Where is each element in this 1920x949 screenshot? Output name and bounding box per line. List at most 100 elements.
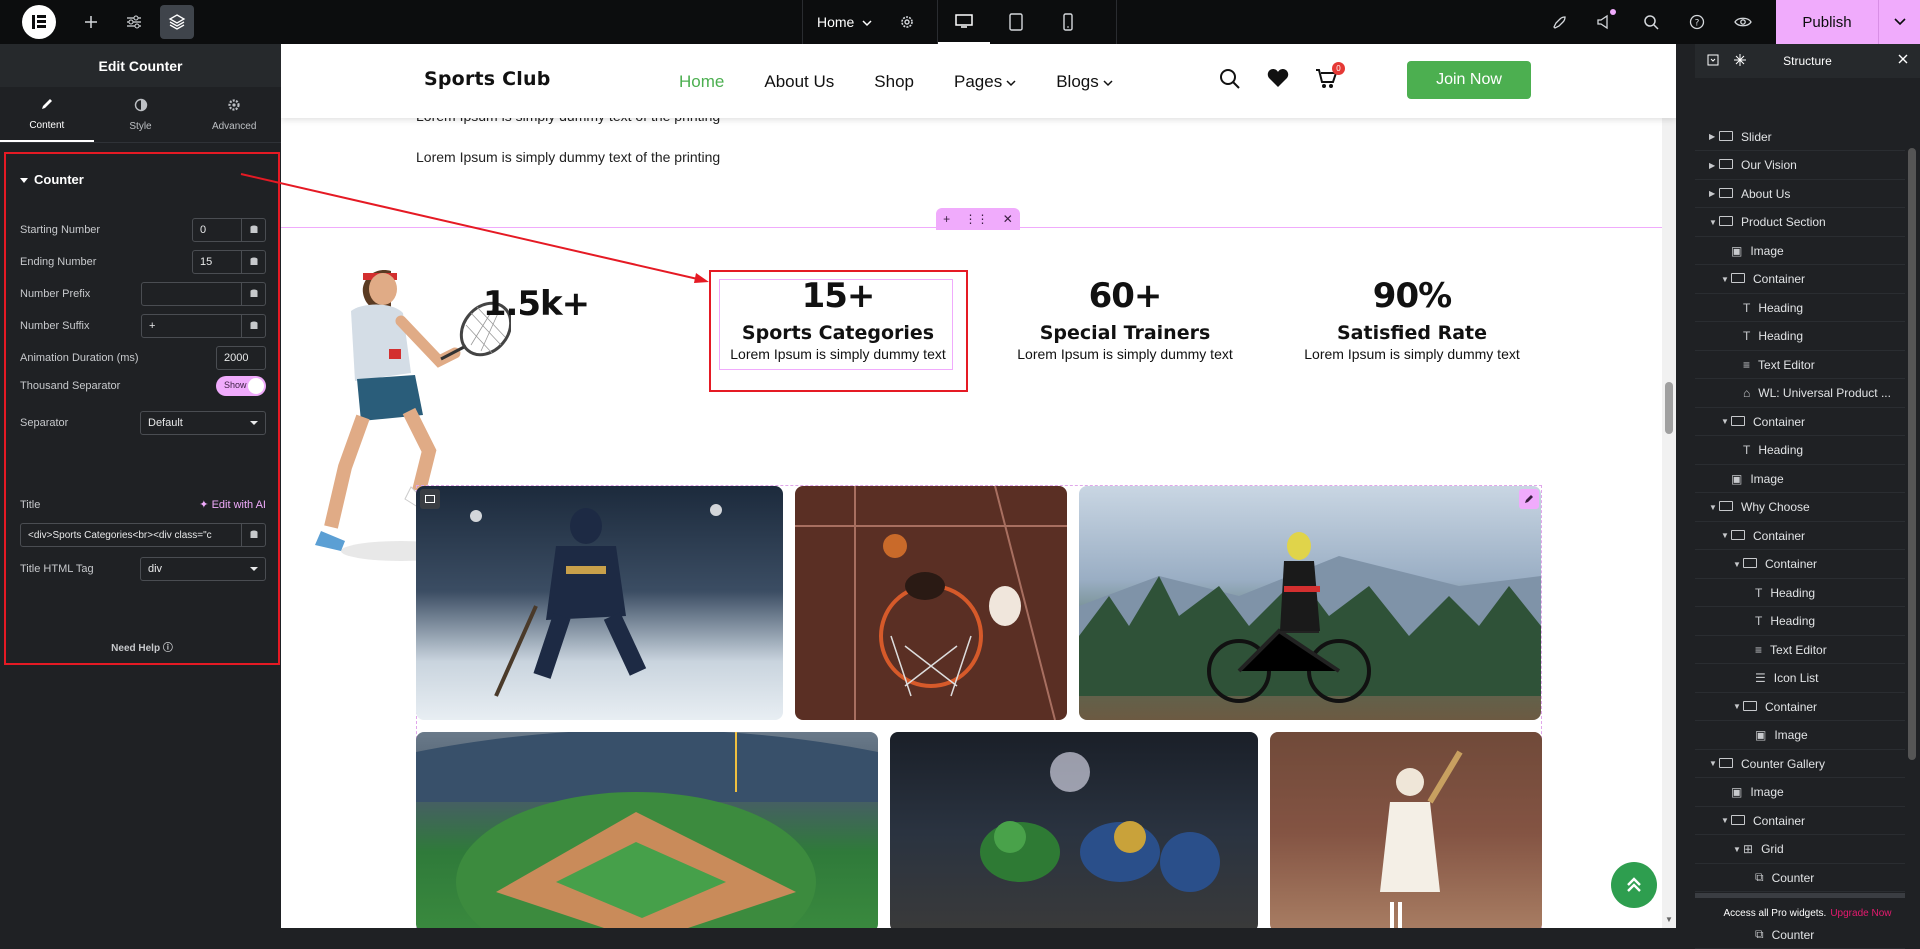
mobile-view-icon[interactable] — [1042, 0, 1094, 44]
counter-section-toggle[interactable]: Counter — [20, 172, 84, 187]
nav-blogs[interactable]: Blogs — [1056, 72, 1113, 92]
notifications-megaphone-icon[interactable] — [1582, 0, 1628, 44]
structure-scrollbar[interactable] — [1908, 148, 1916, 760]
structure-item-grid[interactable]: ▼ ⊞ Grid — [1695, 836, 1905, 864]
edit-with-ai-button[interactable]: ✦ Edit with AI — [199, 498, 266, 511]
animation-duration-input[interactable]: 2000 — [216, 346, 266, 370]
counter-widget[interactable]: 90% Satisfied Rate Lorem Ipsum is simply… — [1285, 276, 1539, 362]
structure-item-text-editor[interactable]: ≡ Text Editor — [1695, 351, 1905, 379]
structure-layers-icon[interactable] — [160, 5, 194, 39]
tablet-view-icon[interactable] — [990, 0, 1042, 44]
cycling-image[interactable] — [1079, 486, 1541, 720]
tab-advanced[interactable]: Advanced — [187, 87, 281, 142]
structure-item-container[interactable]: ▼ Container — [1695, 266, 1905, 294]
dynamic-tags-icon[interactable] — [242, 314, 266, 338]
preview-eye-icon[interactable] — [1720, 0, 1766, 44]
caret-down-icon[interactable]: ▼ — [1709, 503, 1719, 512]
structure-item-container[interactable]: ▼ Container — [1695, 522, 1905, 550]
nav-home[interactable]: Home — [679, 72, 724, 92]
publish-options-chevron-icon[interactable] — [1878, 0, 1920, 44]
help-icon[interactable]: ? — [1674, 0, 1720, 44]
football-image[interactable] — [890, 732, 1258, 928]
caret-down-icon[interactable]: ▼ — [1721, 275, 1731, 284]
desktop-view-icon[interactable] — [938, 0, 990, 44]
caret-down-icon[interactable]: ▼ — [1733, 702, 1743, 711]
title-html-tag-select[interactable]: div — [140, 557, 266, 581]
add-element-icon[interactable] — [74, 5, 108, 39]
structure-item-icon-list[interactable]: ☰ Icon List — [1695, 665, 1905, 693]
structure-item-container[interactable]: ▼ Container — [1695, 693, 1905, 721]
close-icon[interactable]: ✕ — [1003, 212, 1013, 226]
structure-item-counter[interactable]: ⧉ Counter — [1695, 864, 1905, 892]
search-icon[interactable] — [1219, 68, 1241, 95]
structure-item-about-us[interactable]: ▶ About Us — [1695, 180, 1905, 208]
site-settings-icon[interactable] — [117, 5, 151, 39]
drag-handle-icon[interactable]: ⋮⋮ — [964, 212, 988, 226]
nav-shop[interactable]: Shop — [874, 72, 914, 92]
counter-widget[interactable]: 60+ Special Trainers Lorem Ipsum is simp… — [998, 276, 1252, 362]
structure-item-product-section[interactable]: ▼ Product Section — [1695, 209, 1905, 237]
caret-down-icon[interactable]: ▼ — [1721, 531, 1731, 540]
hockey-image[interactable] — [416, 486, 783, 720]
structure-item-why-choose[interactable]: ▼ Why Choose — [1695, 494, 1905, 522]
title-input[interactable]: <div>Sports Categories<br><div class="c — [20, 523, 242, 547]
heart-icon[interactable] — [1267, 68, 1289, 93]
tab-style[interactable]: Style — [94, 87, 188, 142]
structure-item-container[interactable]: ▼ Container — [1695, 807, 1905, 835]
structure-item-container[interactable]: ▼ Container — [1695, 408, 1905, 436]
structure-item-heading[interactable]: T Heading — [1695, 323, 1905, 351]
thousand-separator-toggle[interactable]: Show — [216, 376, 266, 396]
caret-down-icon[interactable]: ▼ — [1709, 218, 1719, 227]
rocket-icon[interactable] — [1536, 0, 1582, 44]
structure-item-image[interactable]: ▣ Image — [1695, 779, 1905, 807]
scrollbar-thumb[interactable] — [1665, 382, 1673, 434]
baseball-stadium-image[interactable] — [416, 732, 878, 928]
page-settings-gear-icon[interactable] — [890, 5, 924, 39]
nav-about-us[interactable]: About Us — [764, 72, 834, 92]
counter-widget[interactable]: 1.5k+ — [411, 284, 661, 324]
close-icon[interactable] — [1898, 53, 1908, 67]
scroll-to-top-button[interactable] — [1611, 862, 1657, 908]
site-brand[interactable]: Sports Club — [424, 68, 551, 90]
dynamic-tags-icon[interactable] — [242, 218, 266, 242]
nav-pages[interactable]: Pages — [954, 72, 1016, 92]
search-icon[interactable] — [1628, 0, 1674, 44]
basketball-image[interactable] — [795, 486, 1067, 720]
dynamic-tags-icon[interactable] — [242, 282, 266, 306]
structure-item-image[interactable]: ▣ Image — [1695, 465, 1905, 493]
caret-down-icon[interactable]: ▼ — [1733, 845, 1743, 854]
caret-down-icon[interactable]: ▼ — [1721, 417, 1731, 426]
publish-button[interactable]: Publish — [1776, 0, 1878, 44]
tab-content[interactable]: Content — [0, 87, 94, 142]
structure-item-slider[interactable]: ▶ Slider — [1695, 123, 1905, 151]
starting-number-input[interactable]: 0 — [192, 218, 242, 242]
container-handle-icon[interactable] — [420, 489, 440, 509]
structure-item-counter-gallery[interactable]: ▼ Counter Gallery — [1695, 750, 1905, 778]
structure-item-image[interactable]: ▣ Image — [1695, 722, 1905, 750]
canvas-scrollbar[interactable]: ▲ ▼ — [1662, 44, 1676, 928]
structure-item-image[interactable]: ▣ Image — [1695, 237, 1905, 265]
need-help-link[interactable]: Need Help ⓘ — [6, 639, 278, 654]
join-now-button[interactable]: Join Now — [1407, 61, 1531, 99]
caret-right-icon[interactable]: ▶ — [1709, 161, 1719, 170]
edit-pencil-icon[interactable] — [1519, 489, 1539, 509]
dynamic-tags-icon[interactable] — [242, 523, 266, 547]
separator-select[interactable]: Default — [140, 411, 266, 435]
caret-right-icon[interactable]: ▶ — [1709, 189, 1719, 198]
ending-number-input[interactable]: 15 — [192, 250, 242, 274]
structure-item-container[interactable]: ▼ Container — [1695, 551, 1905, 579]
add-section-icon[interactable]: + — [943, 212, 950, 226]
structure-item-text-editor[interactable]: ≡ Text Editor — [1695, 636, 1905, 664]
structure-item-heading[interactable]: T Heading — [1695, 294, 1905, 322]
caret-down-icon[interactable]: ▼ — [1733, 560, 1743, 569]
caret-down-icon[interactable]: ▼ — [1709, 759, 1719, 768]
structure-item-heading[interactable]: T Heading — [1695, 579, 1905, 607]
structure-item-wl-universal-product[interactable]: ⌂ WL: Universal Product ... — [1695, 380, 1905, 408]
upgrade-now-link[interactable]: Upgrade Now — [1830, 908, 1891, 919]
page-select[interactable]: Home — [802, 0, 886, 44]
cricket-image[interactable] — [1270, 732, 1542, 928]
structure-item-our-vision[interactable]: ▶ Our Vision — [1695, 152, 1905, 180]
number-prefix-input[interactable] — [141, 282, 242, 306]
structure-item-heading[interactable]: T Heading — [1695, 437, 1905, 465]
caret-down-icon[interactable]: ▼ — [1721, 816, 1731, 825]
